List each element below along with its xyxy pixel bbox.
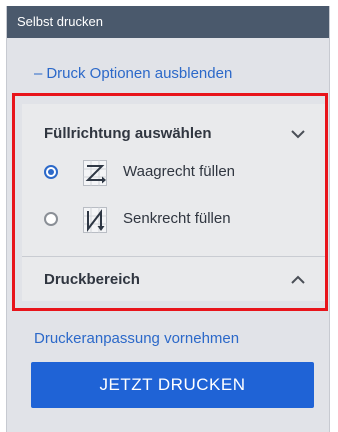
fill-direction-header[interactable]: Füllrichtung auswählen: [22, 114, 325, 154]
fill-direction-title: Füllrichtung auswählen: [44, 125, 212, 142]
minus-icon: –: [34, 65, 43, 82]
section-divider: [22, 256, 325, 257]
print-options-box: Füllrichtung auswählen Waagrecht füllen: [22, 104, 325, 301]
print-area-header[interactable]: Druckbereich: [22, 260, 325, 300]
hide-print-options-label: Druck Optionen ausblenden: [46, 65, 233, 82]
print-now-button[interactable]: JETZT DRUCKEN: [31, 362, 314, 408]
radio-horizontal-fill[interactable]: [44, 165, 58, 179]
option-vertical-fill[interactable]: Senkrecht füllen: [36, 204, 306, 236]
option-horizontal-fill[interactable]: Waagrecht füllen: [36, 157, 306, 189]
vertical-fill-icon: [83, 207, 107, 233]
panel-header: Selbst drucken: [7, 6, 329, 38]
print-panel: Selbst drucken – Druck Optionen ausblende…: [6, 6, 330, 432]
horizontal-fill-icon: [83, 160, 107, 186]
chevron-down-icon[interactable]: [289, 125, 307, 143]
horizontal-fill-label: Waagrecht füllen: [123, 163, 236, 180]
radio-vertical-fill[interactable]: [44, 212, 58, 226]
hide-print-options-link[interactable]: – Druck Optionen ausblenden: [34, 65, 232, 82]
panel-title: Selbst drucken: [17, 14, 103, 29]
printer-adjustment-link[interactable]: Druckeranpassung vornehmen: [34, 330, 239, 347]
chevron-up-icon[interactable]: [289, 271, 307, 289]
print-area-title: Druckbereich: [44, 271, 140, 288]
vertical-fill-label: Senkrecht füllen: [123, 210, 231, 227]
